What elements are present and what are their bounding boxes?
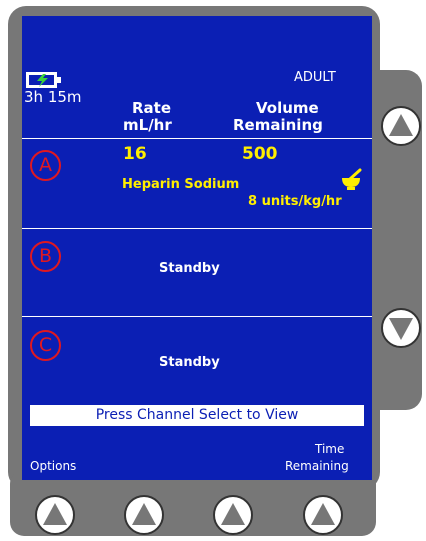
scroll-up-button[interactable] [381, 106, 421, 146]
rate-header: Rate [132, 99, 172, 117]
arrow-up-icon [389, 114, 413, 136]
arrow-up-icon [221, 503, 245, 525]
arrow-down-icon [389, 318, 413, 340]
softkey-4-button[interactable] [303, 495, 343, 535]
patient-mode: ADULT [294, 70, 336, 85]
softkey-1-button[interactable] [35, 495, 75, 535]
rate-units: mL/hr [123, 116, 172, 134]
softkey-2-button[interactable] [124, 495, 164, 535]
battery-charging-icon [26, 72, 61, 88]
arrow-up-icon [311, 503, 335, 525]
arrow-up-icon [132, 503, 156, 525]
arrow-up-icon [43, 503, 67, 525]
channel-a-indicator[interactable]: A [30, 150, 61, 181]
scroll-down-button[interactable] [381, 308, 421, 348]
channel-a-rate: 16 [123, 144, 147, 164]
mortar-pestle-icon [342, 168, 362, 190]
volume-remaining-header: Remaining [233, 116, 323, 134]
battery-time: 3h 15m [24, 88, 82, 106]
channel-a-volume: 500 [242, 144, 278, 164]
softkey-time-label: Time [315, 442, 345, 456]
channel-a-divider [22, 228, 372, 229]
softkey-options-label: Options [30, 459, 77, 473]
softkey-3-button[interactable] [213, 495, 253, 535]
channel-a-dose: 8 units/kg/hr [248, 194, 342, 209]
volume-header: Volume [256, 99, 319, 117]
channel-b-status: Standby [159, 261, 220, 276]
header-divider [22, 138, 372, 139]
prompt-bar: Press Channel Select to View [30, 405, 364, 426]
softkey-time-remaining-label: Remaining [285, 459, 349, 473]
channel-c-indicator[interactable]: C [30, 330, 61, 361]
channel-c-status: Standby [159, 355, 220, 370]
channel-b-divider [22, 316, 372, 317]
channel-a-drug-name: Heparin Sodium [122, 177, 240, 192]
pump-display: 3h 15m ADULT Rate mL/hr Volume Remaining… [22, 16, 372, 480]
channel-b-indicator[interactable]: B [30, 241, 61, 272]
